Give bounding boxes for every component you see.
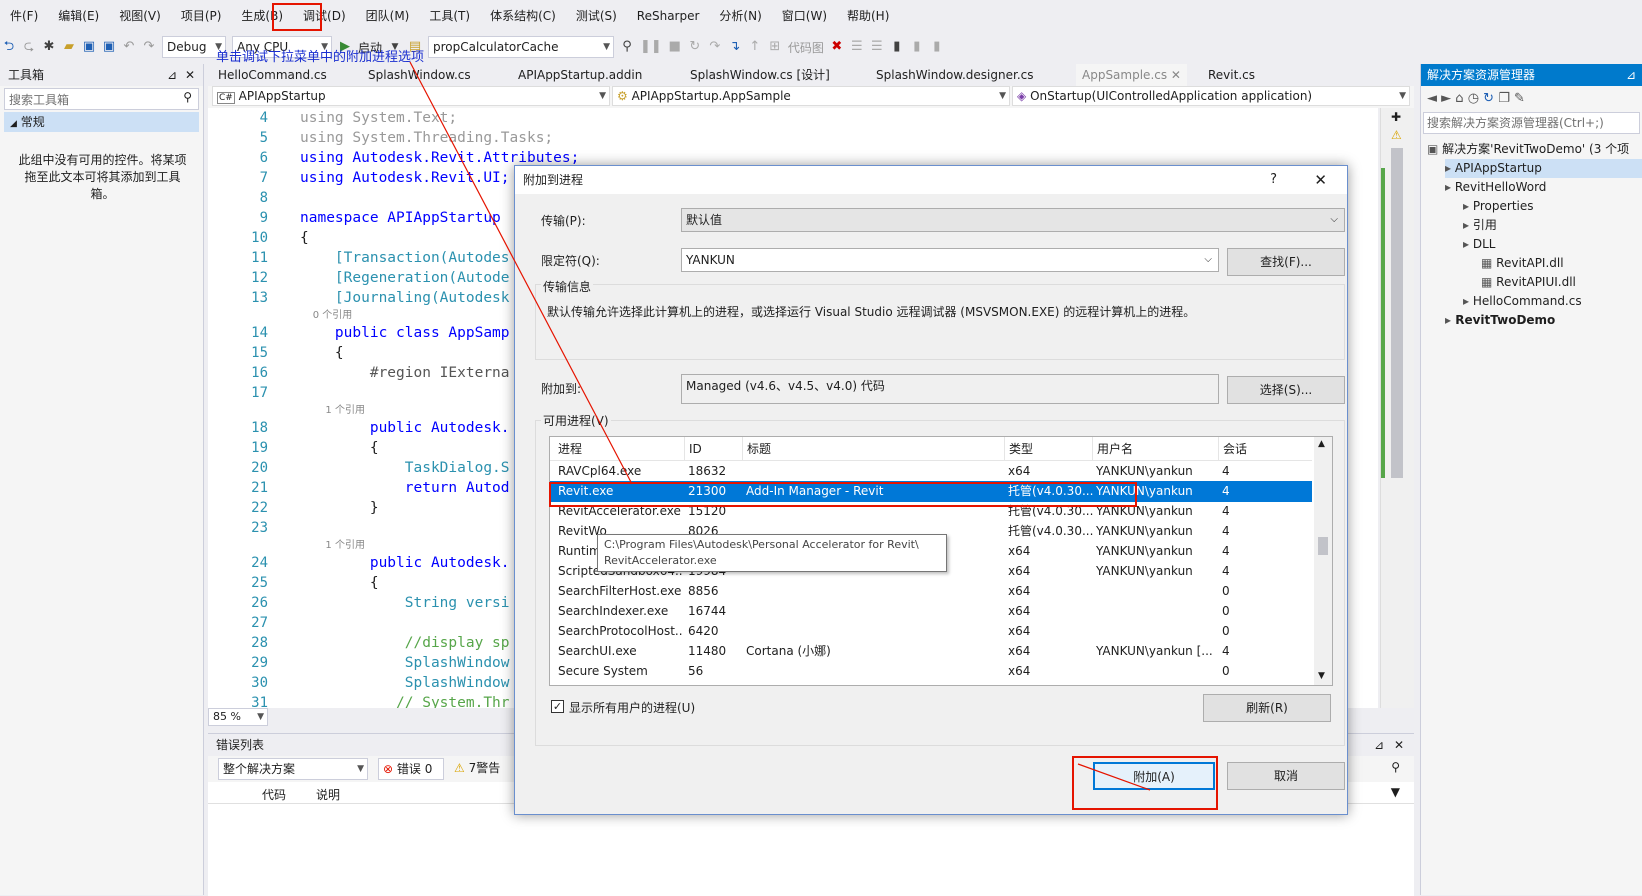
- annotation-arrows: [409, 61, 1151, 791]
- process-path-tooltip: C:\Program Files\Autodesk\Personal Accel…: [597, 534, 947, 572]
